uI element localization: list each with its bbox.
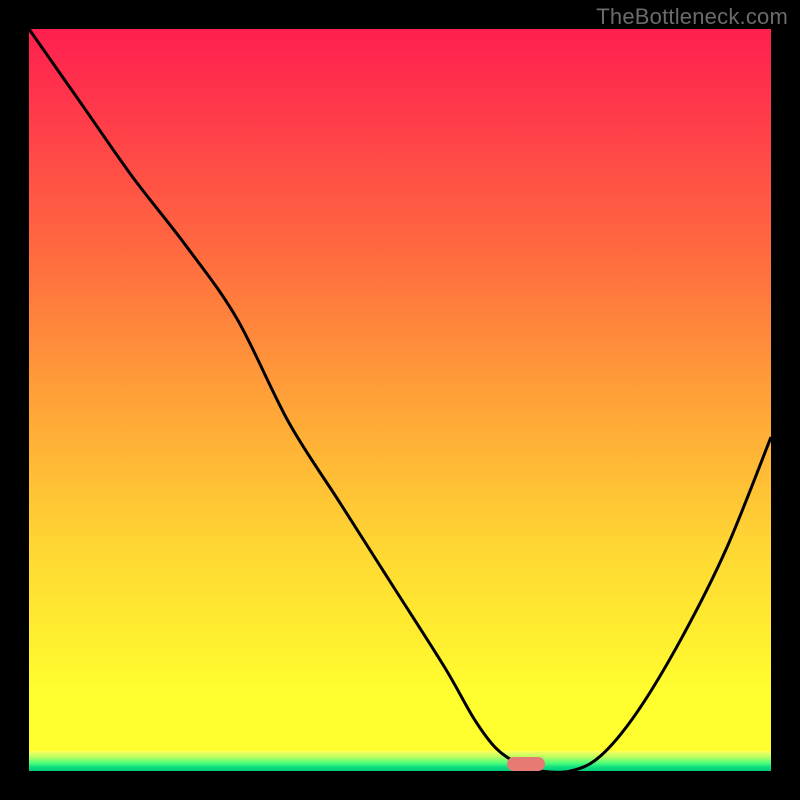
chart-frame: TheBottleneck.com [0,0,800,800]
plot-area [29,29,771,771]
bottleneck-curve [29,29,771,771]
curve-path [29,29,771,771]
watermark-text: TheBottleneck.com [596,4,788,30]
valley-marker [507,757,545,771]
